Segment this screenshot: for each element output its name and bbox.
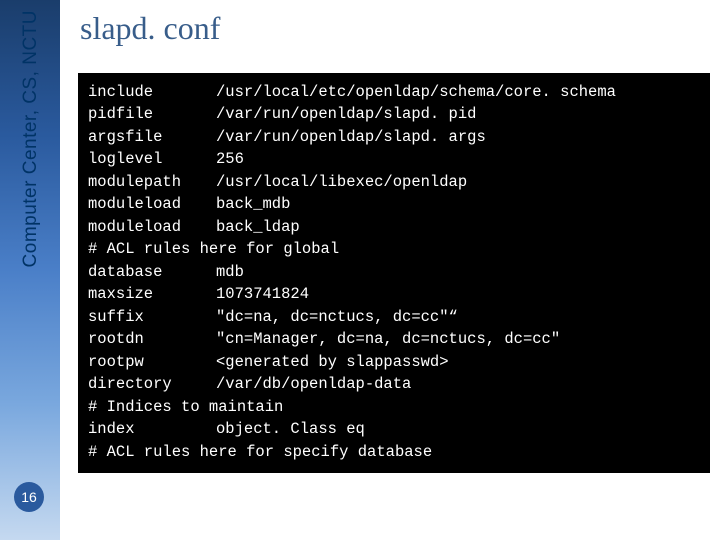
config-row: loglevel256 — [88, 148, 700, 170]
slide-title: slapd. conf — [80, 10, 720, 47]
config-row: moduleloadback_mdb — [88, 193, 700, 215]
config-row: suffix"dc=na, dc=nctucs, dc=cc"“ — [88, 306, 700, 328]
config-row: directory/var/db/openldap-data — [88, 373, 700, 395]
config-row: modulepath/usr/local/libexec/openldap — [88, 171, 700, 193]
config-comment: # Indices to maintain — [88, 396, 700, 418]
main-content: slapd. conf include/usr/local/etc/openld… — [60, 0, 720, 540]
config-row: pidfile/var/run/openldap/slapd. pid — [88, 103, 700, 125]
sidebar: Computer Center, CS, NCTU 16 — [0, 0, 60, 540]
page-number-badge: 16 — [14, 482, 44, 512]
config-comment: # ACL rules here for global — [88, 238, 700, 260]
config-row: databasemdb — [88, 261, 700, 283]
config-row: indexobject. Class eq — [88, 418, 700, 440]
config-row: moduleloadback_ldap — [88, 216, 700, 238]
config-row: maxsize1073741824 — [88, 283, 700, 305]
config-code-block: include/usr/local/etc/openldap/schema/co… — [78, 73, 710, 473]
config-row: argsfile/var/run/openldap/slapd. args — [88, 126, 700, 148]
config-row: rootdn"cn=Manager, dc=na, dc=nctucs, dc=… — [88, 328, 700, 350]
config-comment: # ACL rules here for specify database — [88, 441, 700, 463]
config-row: include/usr/local/etc/openldap/schema/co… — [88, 81, 700, 103]
sidebar-label: Computer Center, CS, NCTU — [20, 10, 42, 267]
config-row: rootpw<generated by slappasswd> — [88, 351, 700, 373]
